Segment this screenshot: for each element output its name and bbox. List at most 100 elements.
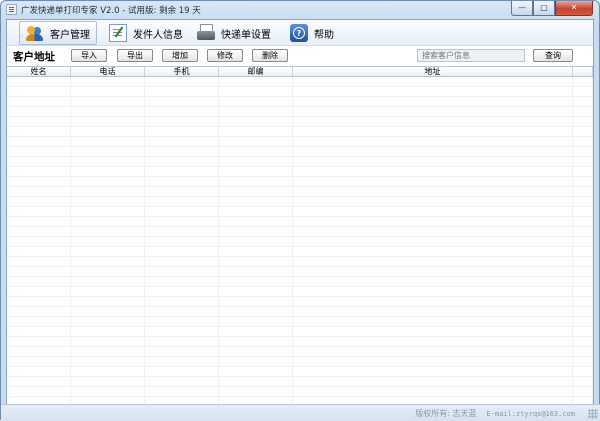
table-cell	[145, 237, 219, 246]
table-cell	[145, 127, 219, 136]
delete-button[interactable]: 删除	[252, 49, 288, 62]
column-header-phone[interactable]: 电话	[71, 67, 145, 76]
table-row[interactable]	[7, 247, 593, 257]
table-row[interactable]	[7, 117, 593, 127]
table-header: 姓名 电话 手机 邮编 地址	[7, 67, 593, 77]
table-cell	[145, 387, 219, 396]
table-row[interactable]	[7, 377, 593, 387]
table-cell	[7, 317, 71, 326]
table-cell	[71, 357, 145, 366]
table-cell	[71, 187, 145, 196]
close-button[interactable]: ✕	[555, 1, 593, 16]
table-row[interactable]	[7, 367, 593, 377]
table-row[interactable]	[7, 167, 593, 177]
table-cell	[219, 337, 293, 346]
table-row[interactable]	[7, 267, 593, 277]
table-row[interactable]	[7, 327, 593, 337]
table-cell	[219, 197, 293, 206]
status-bar: 版权所有: 志天蓝 E-mail:ztyrqs@163.com	[1, 404, 600, 421]
table-cell	[7, 357, 71, 366]
table-row[interactable]	[7, 357, 593, 367]
table-cell	[71, 337, 145, 346]
table-cell	[145, 287, 219, 296]
table-cell	[7, 157, 71, 166]
table-cell	[293, 327, 573, 336]
table-cell	[219, 287, 293, 296]
table-row[interactable]	[7, 187, 593, 197]
table-cell	[573, 77, 593, 86]
table-cell	[219, 317, 293, 326]
table-cell	[7, 327, 71, 336]
table-cell	[145, 107, 219, 116]
table-row[interactable]	[7, 317, 593, 327]
table-cell	[71, 77, 145, 86]
table-cell	[219, 167, 293, 176]
table-row[interactable]	[7, 157, 593, 167]
table-row[interactable]	[7, 347, 593, 357]
table-cell	[145, 167, 219, 176]
table-row[interactable]	[7, 207, 593, 217]
tab-help[interactable]: ? 帮助	[284, 21, 340, 45]
table-row[interactable]	[7, 387, 593, 397]
export-button[interactable]: 导出	[117, 49, 153, 62]
resize-grip[interactable]	[588, 409, 598, 419]
table-cell	[71, 227, 145, 236]
edit-button[interactable]: 修改	[207, 49, 243, 62]
table-cell	[219, 267, 293, 276]
column-header-name[interactable]: 姓名	[7, 67, 71, 76]
table-cell	[293, 267, 573, 276]
table-cell	[219, 387, 293, 396]
table-cell	[145, 197, 219, 206]
table-cell	[573, 367, 593, 376]
table-row[interactable]	[7, 297, 593, 307]
table-row[interactable]	[7, 127, 593, 137]
table-row[interactable]	[7, 277, 593, 287]
table-cell	[145, 347, 219, 356]
table-row[interactable]	[7, 177, 593, 187]
table-row[interactable]	[7, 197, 593, 207]
table-row[interactable]	[7, 227, 593, 237]
table-cell	[293, 217, 573, 226]
table-cell	[293, 207, 573, 216]
table-cell	[71, 317, 145, 326]
table-row[interactable]	[7, 337, 593, 347]
table-row[interactable]	[7, 87, 593, 97]
table-cell	[219, 357, 293, 366]
table-row[interactable]	[7, 97, 593, 107]
search-input[interactable]	[417, 49, 525, 62]
title-bar[interactable]: 广发快递单打印专家 V2.0 - 试用版: 剩余 19 天 — □ ✕	[1, 1, 599, 18]
table-row[interactable]	[7, 77, 593, 87]
table-cell	[145, 317, 219, 326]
query-button[interactable]: 查询	[533, 49, 573, 62]
maximize-button[interactable]: □	[533, 1, 555, 16]
table-row[interactable]	[7, 287, 593, 297]
import-button[interactable]: 导入	[71, 49, 107, 62]
minimize-button[interactable]: —	[511, 1, 533, 16]
column-header-address[interactable]: 地址	[293, 67, 573, 76]
tab-sender-info[interactable]: 发件人信息	[103, 21, 189, 45]
table-cell	[145, 177, 219, 186]
table-cell	[573, 217, 593, 226]
table-cell	[7, 117, 71, 126]
customer-table[interactable]: 姓名 电话 手机 邮编 地址	[7, 66, 593, 415]
column-header-postcode[interactable]: 邮编	[219, 67, 293, 76]
table-cell	[71, 167, 145, 176]
table-cell	[7, 87, 71, 96]
tab-customer-management[interactable]: 客户管理	[19, 21, 97, 45]
table-cell	[7, 237, 71, 246]
table-cell	[71, 147, 145, 156]
table-row[interactable]	[7, 107, 593, 117]
column-header-mobile[interactable]: 手机	[145, 67, 219, 76]
table-row[interactable]	[7, 237, 593, 247]
table-row[interactable]	[7, 217, 593, 227]
table-cell	[219, 237, 293, 246]
add-button[interactable]: 增加	[162, 49, 198, 62]
table-row[interactable]	[7, 307, 593, 317]
table-cell	[573, 247, 593, 256]
table-cell	[219, 117, 293, 126]
table-cell	[293, 237, 573, 246]
table-row[interactable]	[7, 257, 593, 267]
tab-waybill-settings[interactable]: 快递单设置	[191, 21, 277, 45]
table-row[interactable]	[7, 147, 593, 157]
table-row[interactable]	[7, 137, 593, 147]
